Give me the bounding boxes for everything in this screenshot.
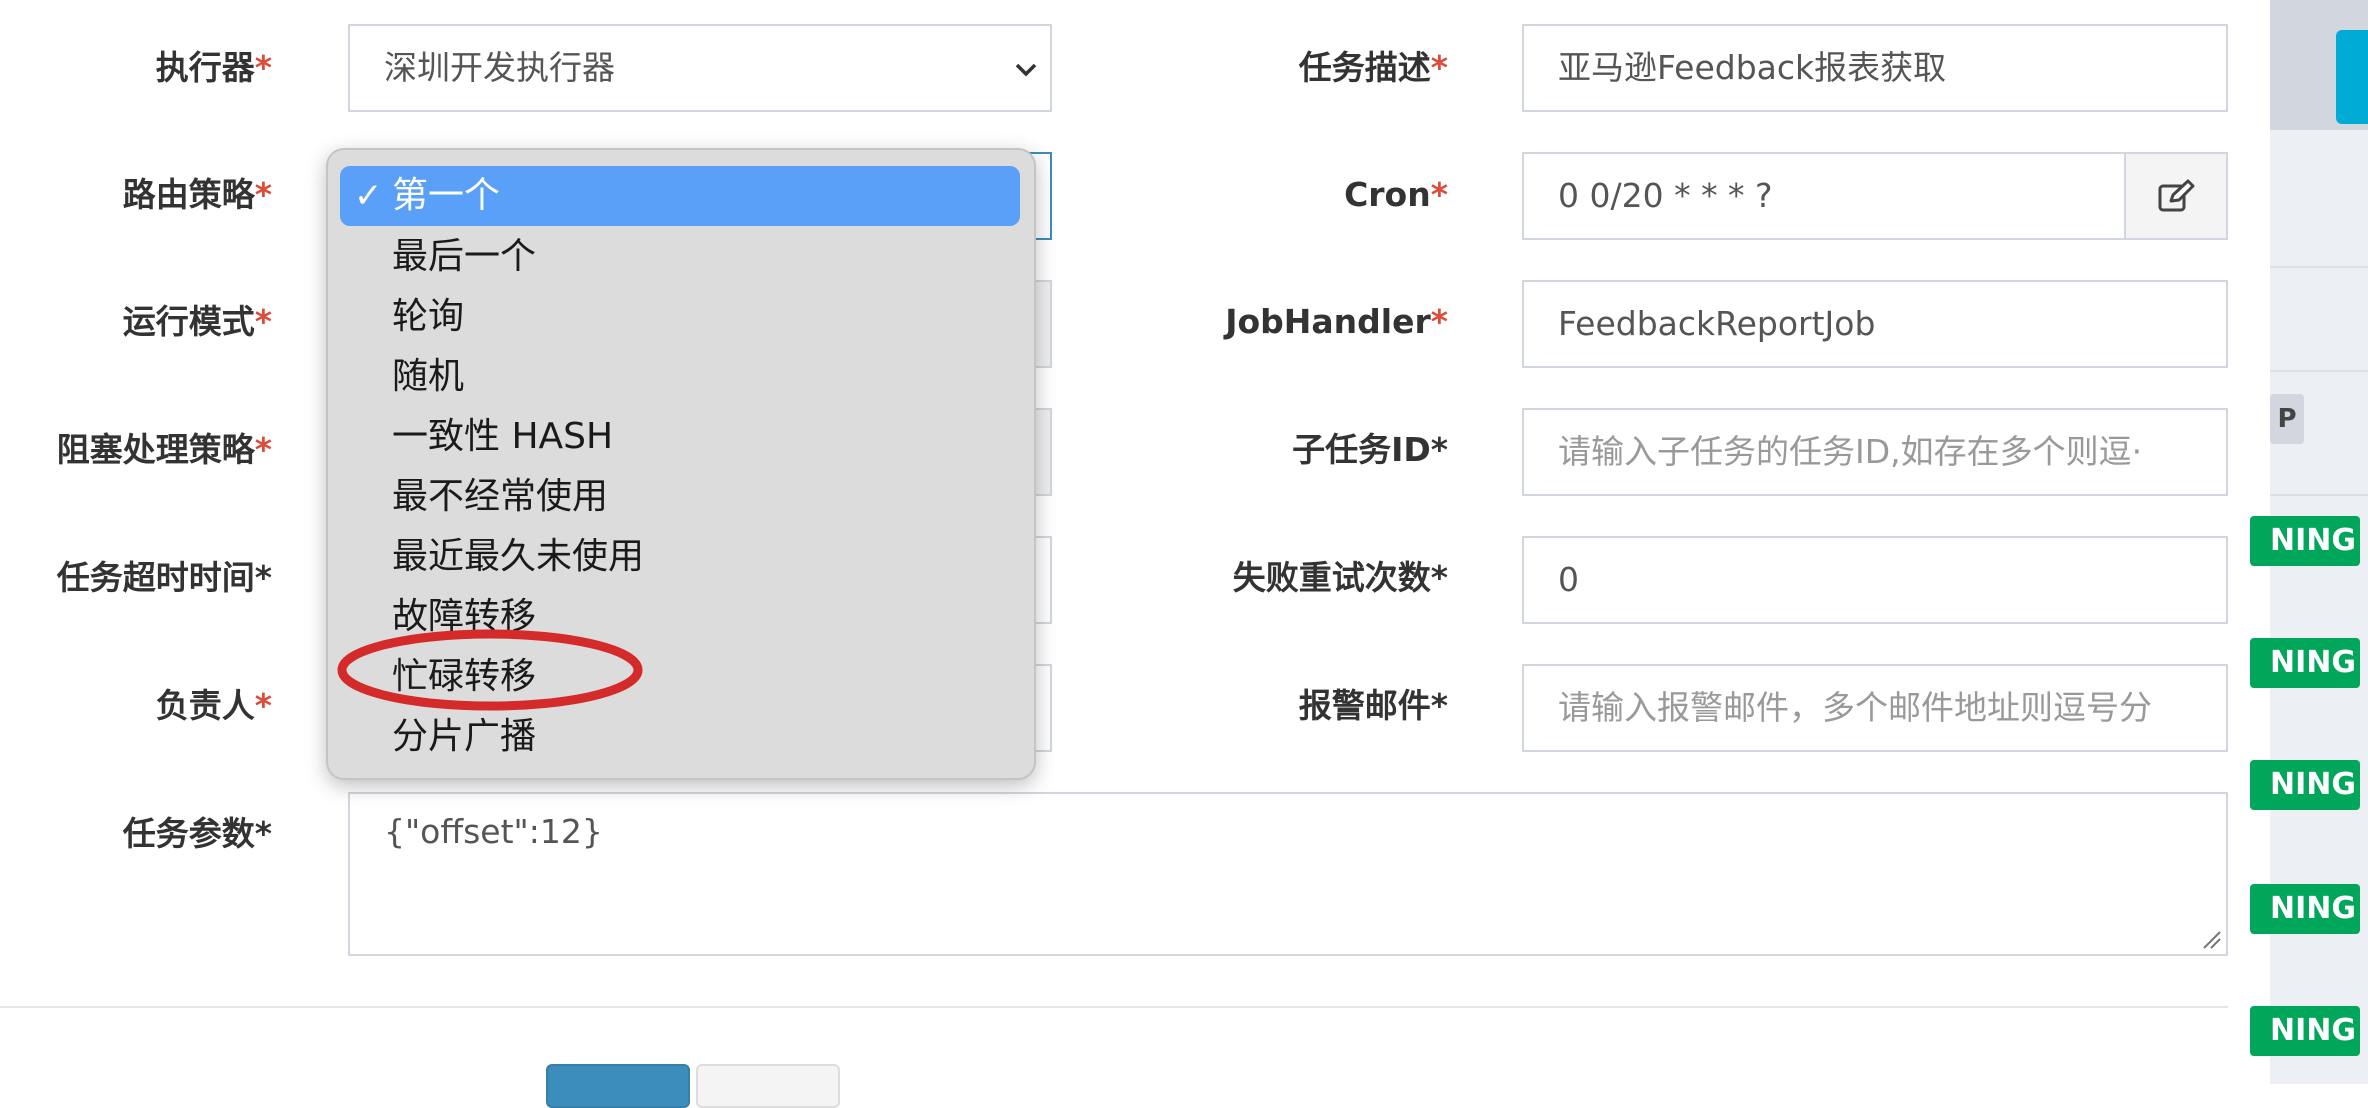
dropdown-option[interactable]: 轮询: [392, 292, 464, 342]
dropdown-option[interactable]: 一致性 HASH: [392, 412, 613, 462]
status-badge: NING: [2250, 516, 2360, 566]
checkmark-icon: ✓: [354, 176, 383, 216]
alarm-email-placeholder: 请输入报警邮件，多个邮件地址则逗号分: [1558, 688, 2152, 727]
dropdown-option-label: 第一个: [392, 175, 501, 216]
edit-icon: [2158, 179, 2195, 212]
sidebar-gray-badge: P: [2270, 394, 2304, 444]
save-button[interactable]: [546, 1064, 690, 1108]
owner-label: 负责人*: [0, 686, 272, 726]
required-mark: *: [254, 302, 272, 341]
required-mark: *: [254, 686, 272, 725]
sidebar-row-divider: [2270, 494, 2368, 496]
required-mark: *: [254, 430, 272, 469]
dropdown-option-selected[interactable]: ✓ 第一个: [340, 166, 1020, 226]
required-mark: *: [1430, 302, 1448, 341]
desc-label-text: 任务描述: [1298, 48, 1431, 87]
block-strategy-label: 阻塞处理策略*: [0, 430, 272, 470]
block-strategy-label-text: 阻塞处理策略: [56, 430, 255, 469]
required-mark: *: [1430, 175, 1448, 214]
child-id-placeholder: 请输入子任务的任务ID,如存在多个则逗·: [1558, 432, 2143, 471]
params-textarea[interactable]: {"offset":12}: [348, 792, 2228, 956]
cron-label: Cron*: [1100, 175, 1448, 215]
executor-label: 执行器*: [0, 48, 272, 88]
sidebar-gray-badge-text: P: [2277, 404, 2297, 434]
child-id-label: 子任务ID*: [1292, 430, 1448, 469]
status-badge-text: NING: [2270, 767, 2357, 802]
jobhandler-label: JobHandler*: [1100, 302, 1448, 342]
status-badge: NING: [2250, 1006, 2360, 1056]
jobhandler-value: FeedbackReportJob: [1558, 304, 1876, 343]
status-badge: NING: [2250, 760, 2360, 810]
desc-label: 任务描述*: [1100, 48, 1448, 88]
cron-value: 0 0/20 * * * ?: [1558, 176, 1773, 215]
status-badge-text: NING: [2270, 891, 2357, 926]
jobhandler-label-text: JobHandler: [1225, 302, 1431, 341]
retry-value: 0: [1558, 560, 1579, 599]
dropdown-option[interactable]: 最不经常使用: [392, 472, 608, 522]
alarm-email-label: 报警邮件*: [1298, 686, 1448, 725]
status-badge-text: NING: [2270, 523, 2357, 558]
dropdown-option[interactable]: 最近最久未使用: [392, 532, 644, 582]
executor-label-text: 执行器: [155, 48, 255, 87]
required-mark: *: [254, 48, 272, 87]
status-badge: NING: [2250, 884, 2360, 934]
executor-select[interactable]: 深圳开发执行器: [348, 24, 1052, 112]
child-id-input[interactable]: 请输入子任务的任务ID,如存在多个则逗·: [1522, 408, 2228, 496]
cron-edit-button[interactable]: [2124, 152, 2228, 240]
desc-value: 亚马逊Feedback报表获取: [1558, 48, 1947, 87]
required-mark: *: [1430, 48, 1448, 87]
retry-label: 失败重试次数*: [1232, 558, 1448, 597]
desc-input[interactable]: 亚马逊Feedback报表获取: [1522, 24, 2228, 112]
params-value: {"offset":12}: [384, 812, 603, 851]
chevron-down-icon: [1015, 63, 1037, 77]
status-badge: NING: [2250, 638, 2360, 688]
route-label: 路由策略*: [0, 175, 272, 215]
retry-input[interactable]: 0: [1522, 536, 2228, 624]
alarm-email-input[interactable]: 请输入报警邮件，多个邮件地址则逗号分: [1522, 664, 2228, 752]
status-badge-text: NING: [2270, 645, 2357, 680]
required-mark: *: [254, 175, 272, 214]
timeout-label: 任务超时时间*: [56, 558, 272, 597]
dropdown-option[interactable]: 分片广播: [392, 712, 536, 762]
owner-label-text: 负责人: [155, 686, 255, 725]
status-badge-text: NING: [2270, 1013, 2357, 1048]
highlight-circle-annotation: [337, 629, 643, 711]
sidebar-blue-button: [2336, 30, 2368, 124]
cron-input[interactable]: 0 0/20 * * * ?: [1522, 152, 2126, 240]
resize-handle-icon[interactable]: [2202, 930, 2222, 950]
cancel-button[interactable]: [696, 1064, 840, 1108]
footer-divider: [0, 1006, 2228, 1008]
dropdown-option[interactable]: 最后一个: [392, 232, 536, 282]
executor-select-value: 深圳开发执行器: [384, 48, 615, 87]
sidebar-row-divider: [2270, 370, 2368, 372]
route-strategy-dropdown: ✓ 第一个 最后一个 轮询 随机 一致性 HASH 最不经常使用 最近最久未使用…: [326, 148, 1036, 780]
dropdown-option[interactable]: 随机: [392, 352, 464, 402]
cron-label-text: Cron: [1344, 175, 1431, 214]
run-mode-label-text: 运行模式: [122, 302, 255, 341]
params-label: 任务参数*: [122, 814, 272, 853]
run-mode-label: 运行模式*: [0, 302, 272, 342]
sidebar-row-divider: [2270, 266, 2368, 268]
jobhandler-input[interactable]: FeedbackReportJob: [1522, 280, 2228, 368]
route-label-text: 路由策略: [122, 175, 255, 214]
